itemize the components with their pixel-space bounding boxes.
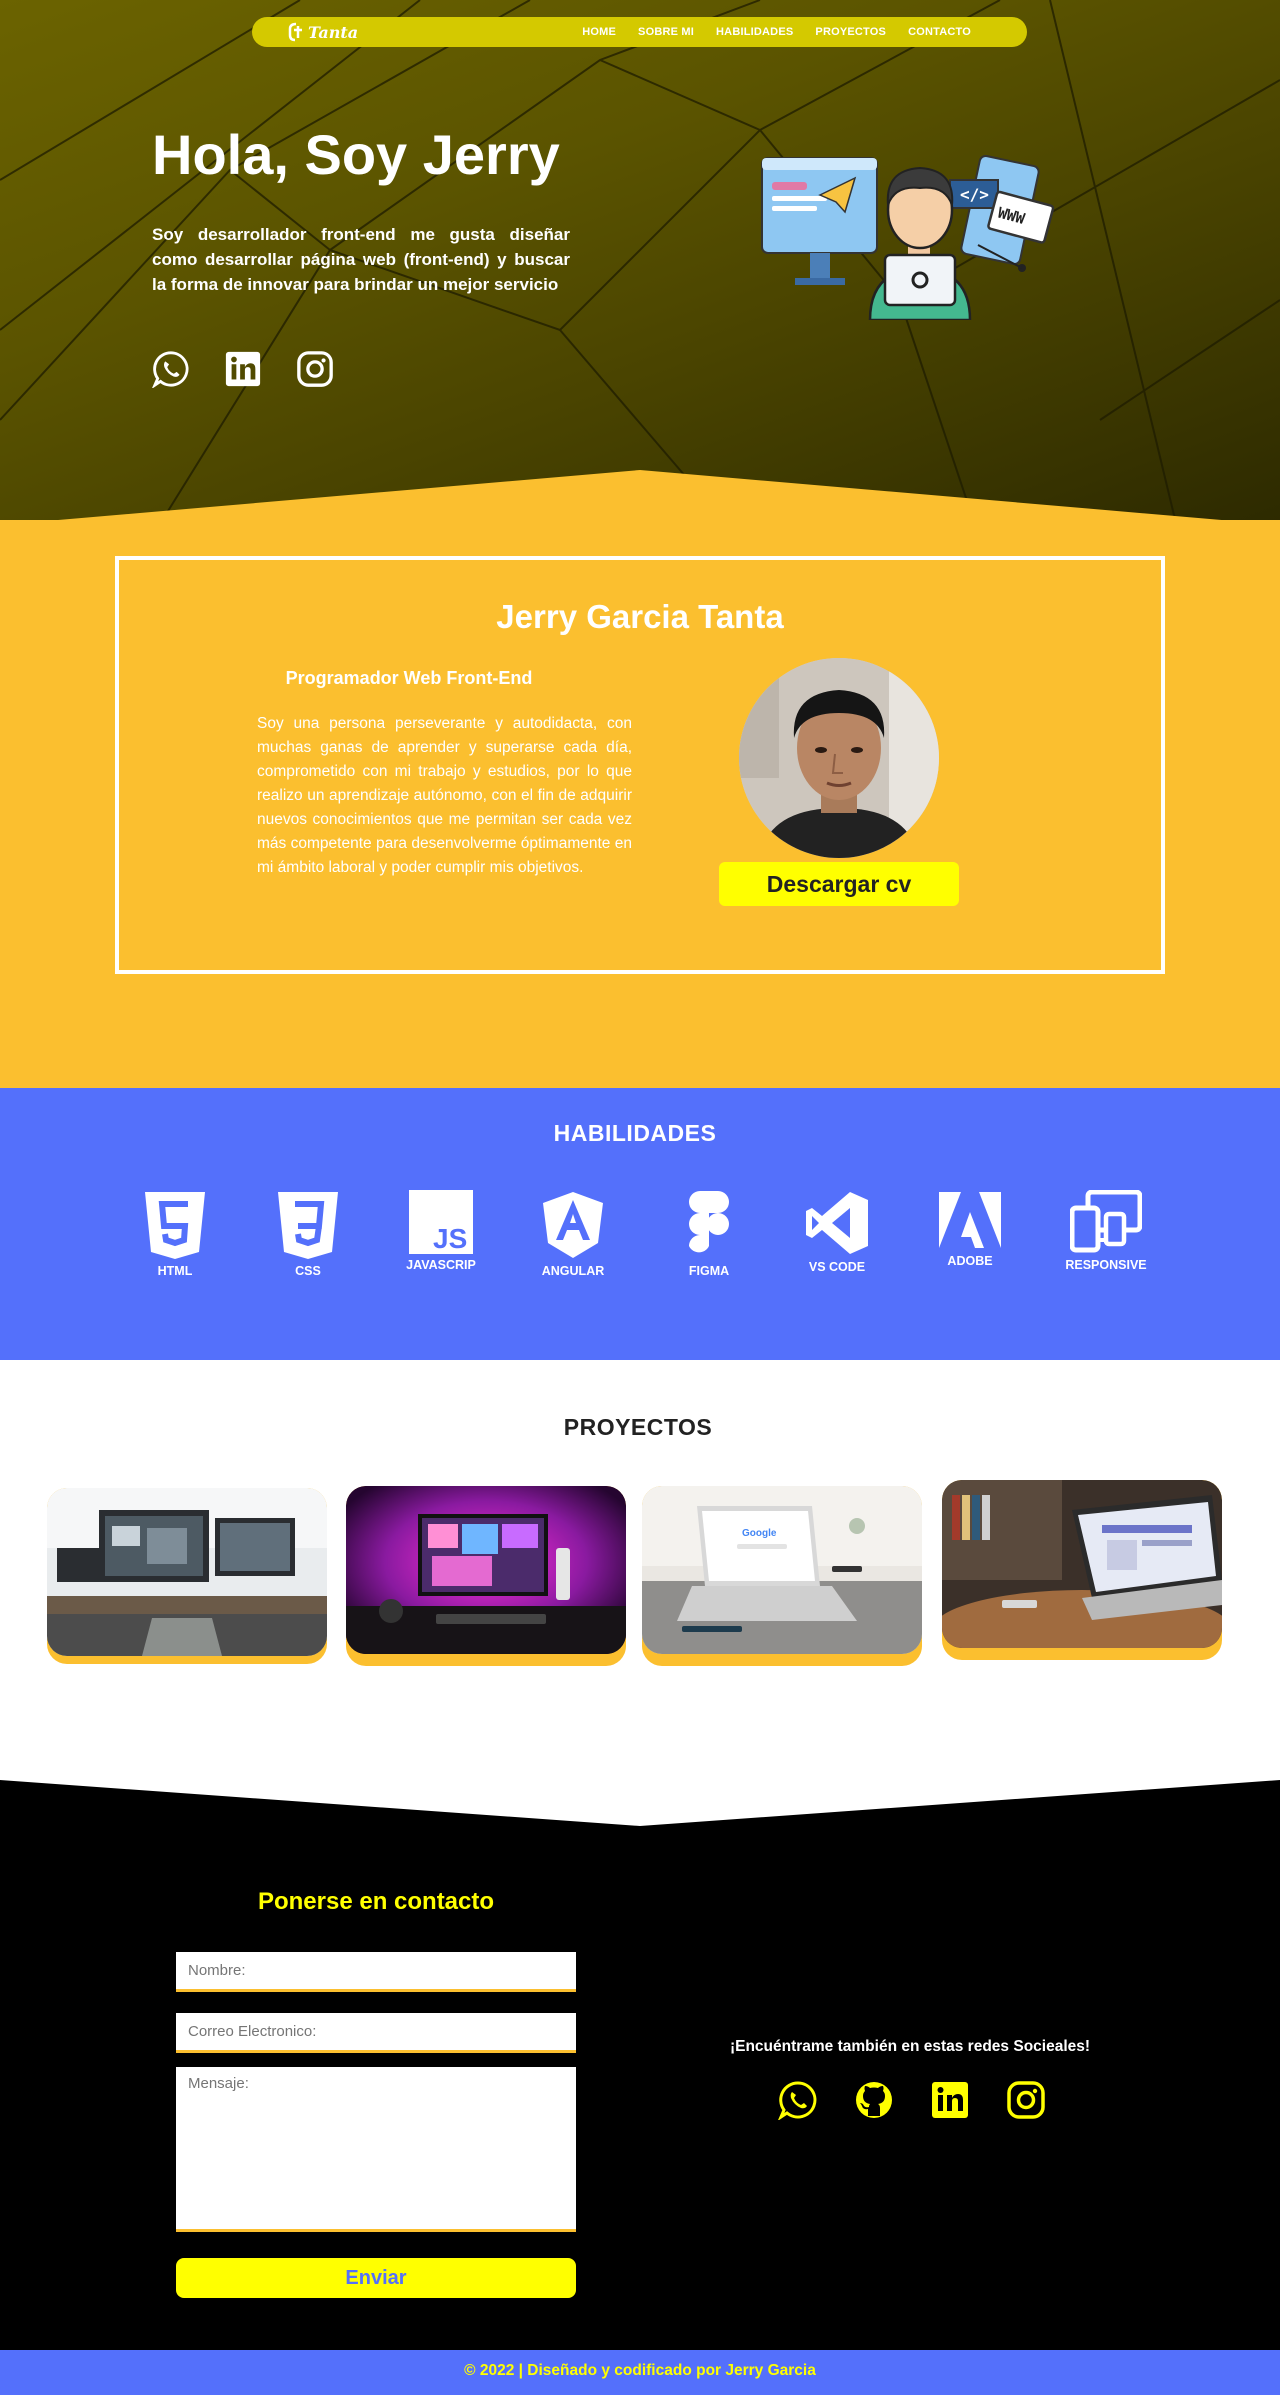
nav-link-home[interactable]: HOME: [582, 26, 616, 38]
skills-section: HABILIDADES HTML CSS JS JAVASCRIP ANGULA…: [0, 1088, 1280, 1360]
developer-illustration: </> WWW: [761, 154, 1055, 320]
hero-intro-text: Soy desarrollador front-end me gusta dis…: [152, 225, 570, 294]
skill-html: HTML: [115, 1190, 235, 1278]
hero-title: Hola, Soy Jerry: [152, 123, 560, 186]
logo-icon: [288, 22, 302, 42]
about-role: Programador Web Front-End: [285, 668, 533, 688]
hero-social-links: [152, 350, 334, 388]
project-card[interactable]: [346, 1486, 626, 1666]
project-card[interactable]: [942, 1480, 1222, 1660]
about-description: Soy una persona perseverante y autodidac…: [257, 715, 632, 876]
svg-text:Google: Google: [742, 1528, 777, 1539]
github-icon[interactable]: [854, 2080, 894, 2120]
contact-title: Ponerse en contacto: [257, 1888, 495, 1915]
project-image: Google: [642, 1486, 922, 1654]
javascript-icon: JS: [409, 1190, 473, 1254]
project-card[interactable]: [47, 1488, 327, 1664]
neon-desk-image: [346, 1486, 626, 1654]
nav-links: HOME SOBRE MI HABILIDADES PROYECTOS CONT…: [582, 17, 971, 47]
social-caption: ¡Encuéntrame también en estas redes Soci…: [729, 2038, 1091, 2055]
name-input[interactable]: [176, 1952, 576, 1992]
skills-title: HABILIDADES: [553, 1120, 717, 1146]
whatsapp-icon[interactable]: [778, 2080, 818, 2120]
skill-javascript: JS JAVASCRIP: [381, 1190, 501, 1272]
about-card: Jerry Garcia Tanta Programador Web Front…: [115, 556, 1165, 974]
html5-icon: [145, 1192, 205, 1259]
svg-text:JS: JS: [433, 1223, 467, 1254]
project-image: [47, 1488, 327, 1656]
linkedin-icon[interactable]: [930, 2080, 970, 2120]
skill-css: CSS: [248, 1190, 368, 1278]
download-cv-button[interactable]: Descargar cv: [719, 862, 959, 906]
top-navbar: Tanta HOME SOBRE MI HABILIDADES PROYECTO…: [252, 17, 1027, 47]
vscode-icon: [806, 1192, 868, 1254]
svg-text:</>: </>: [960, 185, 989, 204]
logo-text: Tanta: [308, 22, 359, 42]
skill-label: VS CODE: [808, 1260, 866, 1274]
profile-photo-graphic: [739, 658, 939, 858]
skill-label: FIGMA: [688, 1264, 730, 1278]
laptop-google-image: Google: [642, 1486, 922, 1654]
angular-icon: [543, 1192, 603, 1258]
skill-label: JAVASCRIP: [406, 1258, 476, 1272]
profile-photo: [739, 658, 939, 858]
figma-icon: [689, 1191, 729, 1253]
skill-figma: FIGMA: [649, 1190, 769, 1278]
about-section: Jerry Garcia Tanta Programador Web Front…: [0, 520, 1280, 1088]
skill-label: CSS: [295, 1264, 321, 1278]
page-footer: © 2022 | Diseñado y codificado por Jerry…: [0, 2350, 1280, 2395]
email-input[interactable]: [176, 2013, 576, 2053]
about-name: Jerry Garcia Tanta: [496, 598, 784, 635]
contact-social-links: [778, 2080, 1046, 2120]
projects-title: PROYECTOS: [563, 1414, 713, 1440]
desk-setup-image: [47, 1488, 327, 1656]
project-card[interactable]: Google: [642, 1486, 922, 1666]
footer-copyright: © 2022 | Diseñado y codificado por Jerry…: [464, 2362, 816, 2379]
hero-section: Tanta HOME SOBRE MI HABILIDADES PROYECTO…: [0, 0, 1280, 540]
projects-section: PROYECTOS Google: [0, 1360, 1280, 1780]
skill-label: ADOBE: [947, 1254, 993, 1268]
message-textarea[interactable]: [176, 2067, 576, 2232]
nav-link-projects[interactable]: PROYECTOS: [815, 26, 886, 38]
nav-link-contact[interactable]: CONTACTO: [908, 26, 971, 38]
contact-section: Ponerse en contacto Enviar ¡Encuéntrame …: [0, 1780, 1280, 2350]
instagram-icon[interactable]: [296, 350, 334, 388]
responsive-devices-icon: [1070, 1190, 1142, 1253]
project-image: [942, 1480, 1222, 1648]
skill-label: RESPONSIVE: [1065, 1258, 1147, 1272]
instagram-icon[interactable]: [1006, 2080, 1046, 2120]
css3-icon: [278, 1192, 338, 1259]
skill-angular: ANGULAR: [513, 1190, 633, 1278]
nav-link-about[interactable]: SOBRE MI: [638, 26, 694, 38]
contact-top-shape: [0, 1780, 1280, 1826]
project-image: [346, 1486, 626, 1654]
whatsapp-icon[interactable]: [152, 350, 190, 388]
nav-link-skills[interactable]: HABILIDADES: [716, 26, 793, 38]
linkedin-icon[interactable]: [224, 350, 262, 388]
skill-label: ANGULAR: [541, 1264, 605, 1278]
brand-logo[interactable]: Tanta: [286, 21, 358, 43]
send-button[interactable]: Enviar: [176, 2258, 576, 2298]
skill-responsive: RESPONSIVE: [1046, 1190, 1166, 1272]
skill-label: HTML: [157, 1264, 193, 1278]
skill-adobe: ADOBE: [910, 1190, 1030, 1268]
skill-vscode: VS CODE: [777, 1190, 897, 1274]
adobe-icon: [939, 1192, 1001, 1248]
laptop-desk-image: [942, 1480, 1222, 1648]
